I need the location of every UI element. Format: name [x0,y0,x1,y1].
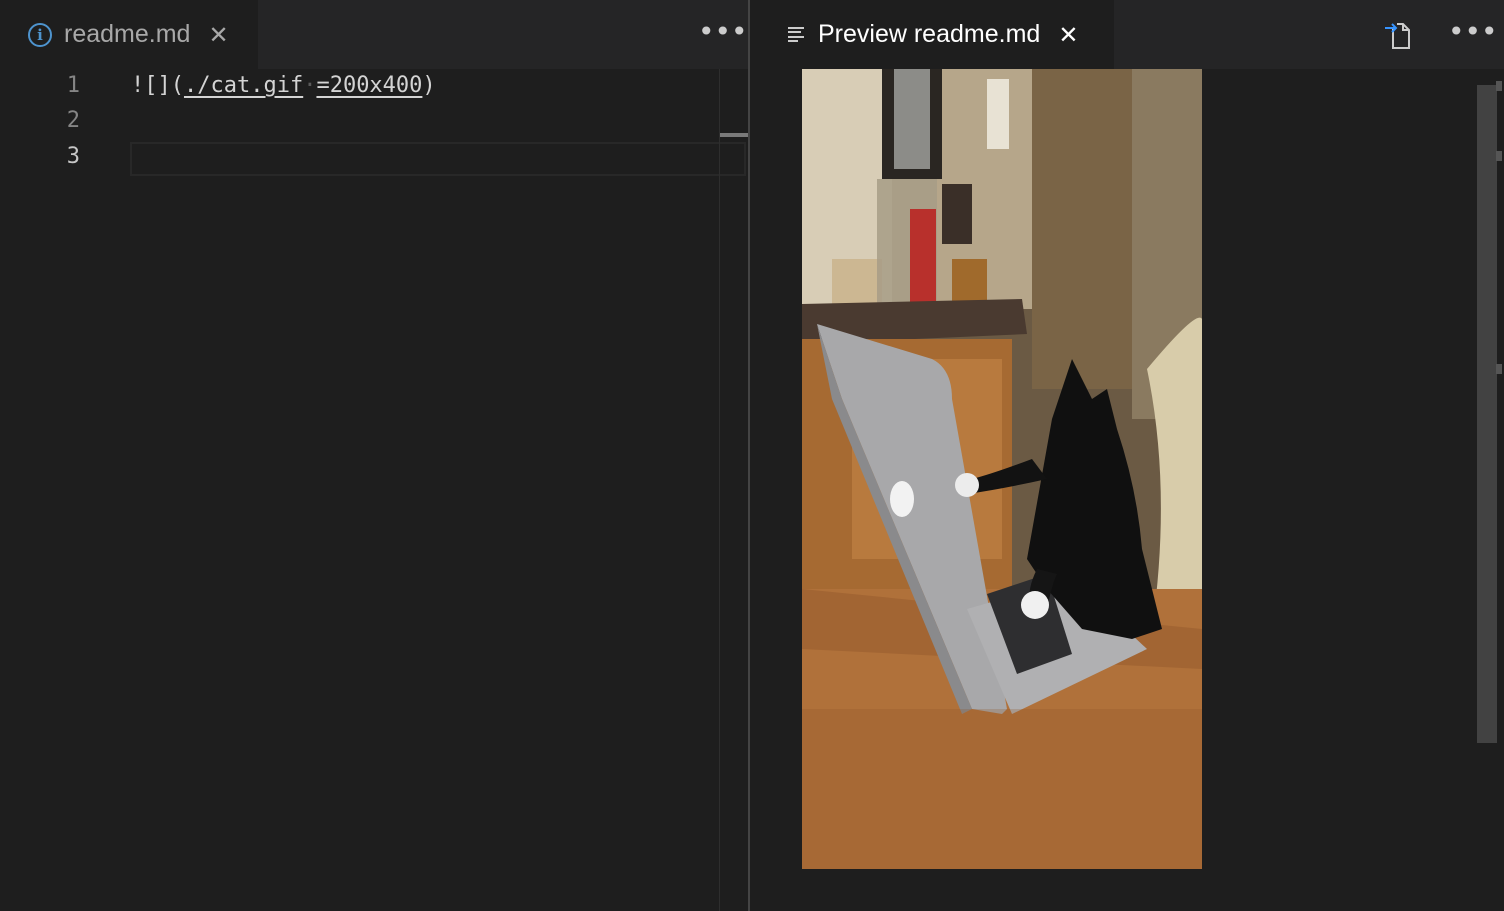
image-link-path[interactable]: ./cat.gif [184,73,303,98]
adjacent-panel-edge [1495,69,1504,911]
preview-scrollbar[interactable] [1477,85,1497,743]
whitespace-marker: · [303,73,317,98]
tab-preview-readme[interactable]: Preview readme.md ✕ [750,0,1114,69]
image-size-spec[interactable]: =200x400 [316,73,422,98]
line-number: 1 [66,73,80,98]
line-number: 2 [66,108,80,133]
markdown-image-prefix: ![]( [131,73,184,98]
left-editor-group: i readme.md ✕ ••• 1 2 3 ![](./cat.gif·=2… [0,0,748,911]
left-tab-bar: i readme.md ✕ ••• [0,0,748,69]
markdown-image-suffix: ) [422,73,436,98]
open-source-icon[interactable] [1384,20,1412,50]
close-icon[interactable]: ✕ [208,21,228,49]
cat-typing-on-laptop-image [802,69,1202,869]
close-icon[interactable]: ✕ [1058,21,1078,49]
minimap-border [719,69,720,911]
current-line-highlight [130,142,746,176]
preview-icon [788,26,804,43]
tab-readme[interactable]: i readme.md ✕ [0,0,258,69]
tab-label: Preview readme.md [818,20,1041,48]
right-editor-group: Preview readme.md ✕ ••• [750,0,1504,911]
minimap-slider[interactable] [720,133,748,137]
tab-label: readme.md [64,20,191,48]
code-line-1[interactable]: ![](./cat.gif·=200x400) [131,71,436,101]
more-icon[interactable]: ••• [698,18,748,46]
line-number: 3 [66,144,80,169]
more-icon[interactable]: ••• [1448,18,1498,46]
right-tab-bar: Preview readme.md ✕ ••• [750,0,1504,69]
info-icon: i [28,22,52,47]
